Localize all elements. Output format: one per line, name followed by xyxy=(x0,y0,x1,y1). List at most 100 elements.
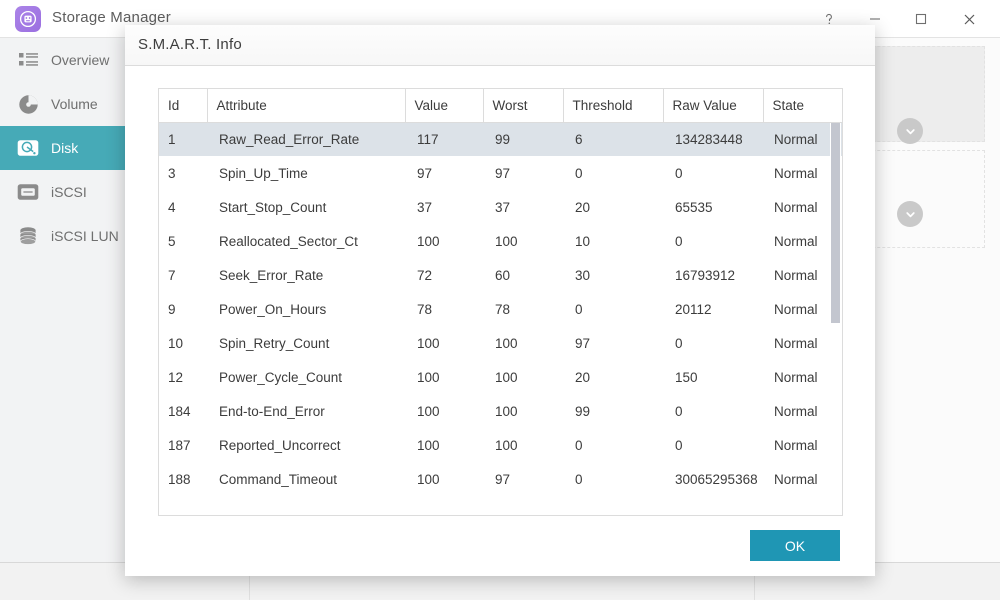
cell-id: 10 xyxy=(168,335,184,351)
column-header-value[interactable]: Value xyxy=(405,89,484,123)
table-row[interactable]: 4 Start_Stop_Count 37 37 20 65535 Normal xyxy=(159,190,842,224)
cell-value: 100 xyxy=(417,403,440,419)
cell-value: 37 xyxy=(417,199,433,215)
table-scrollbar[interactable] xyxy=(830,123,841,515)
column-header-threshold[interactable]: Threshold xyxy=(563,89,664,123)
cell-attribute: Spin_Retry_Count xyxy=(219,335,330,351)
sidebar-item-label: iSCSI xyxy=(51,184,87,200)
cell-id: 9 xyxy=(168,301,176,317)
chevron-down-icon[interactable] xyxy=(897,201,923,227)
cell-value: 72 xyxy=(417,267,433,283)
cell-raw: 30065295368 xyxy=(675,471,758,487)
cell-raw: 65535 xyxy=(675,199,713,215)
dialog-header: S.M.A.R.T. Info xyxy=(125,25,875,66)
table-row[interactable]: 188 Command_Timeout 100 97 0 30065295368 Norma… xyxy=(159,462,842,496)
cell-worst: 100 xyxy=(495,369,518,385)
sidebar-item-iscsi[interactable]: iSCSI xyxy=(0,170,127,214)
cell-threshold: 99 xyxy=(575,403,591,419)
table-row[interactable]: 3 Spin_Up_Time 97 97 0 0 Normal xyxy=(159,156,842,190)
table-header: Id Attribute Value Worst Threshold Raw V… xyxy=(159,89,842,123)
cell-value: 100 xyxy=(417,369,440,385)
cell-id: 5 xyxy=(168,233,176,249)
application-window: Storage Manager Overview Volume Disk iSC… xyxy=(0,0,1000,600)
cell-attribute: End-to-End_Error xyxy=(219,403,325,419)
sidebar-item-label: Disk xyxy=(51,140,79,156)
cell-attribute: Power_Cycle_Count xyxy=(219,369,343,385)
cell-attribute: Reallocated_Sector_Ct xyxy=(219,233,358,249)
sidebar-item-iscsi-lun[interactable]: iSCSI LUN xyxy=(0,214,127,258)
cell-threshold: 97 xyxy=(575,335,591,351)
cell-attribute: Start_Stop_Count xyxy=(219,199,327,215)
cell-raw: 20112 xyxy=(675,301,712,317)
table-row[interactable]: 9 Power_On_Hours 78 78 0 20112 Normal xyxy=(159,292,842,326)
chevron-down-icon[interactable] xyxy=(897,118,923,144)
cell-value: 100 xyxy=(417,471,440,487)
app-title: Storage Manager xyxy=(52,9,171,26)
column-header-worst[interactable]: Worst xyxy=(483,89,564,123)
table-row[interactable]: 12 Power_Cycle_Count 100 100 20 150 Normal xyxy=(159,360,842,394)
cell-worst: 97 xyxy=(495,471,511,487)
cell-threshold: 10 xyxy=(575,233,591,249)
table-row[interactable]: 10 Spin_Retry_Count 100 100 97 0 Normal xyxy=(159,326,842,360)
cell-threshold: 0 xyxy=(575,301,583,317)
cell-threshold: 0 xyxy=(575,165,583,181)
cell-value: 100 xyxy=(417,233,440,249)
sidebar-item-overview[interactable]: Overview xyxy=(0,38,127,82)
table-header-row: Id Attribute Value Worst Threshold Raw V… xyxy=(159,89,842,123)
sidebar-item-label: Volume xyxy=(51,96,98,112)
cell-attribute: Raw_Read_Error_Rate xyxy=(207,122,405,156)
cell-id: 1 xyxy=(159,122,207,156)
table-row[interactable]: 5 Reallocated_Sector_Ct 100 100 10 0 Normal xyxy=(159,224,842,258)
table-row[interactable]: 187 Reported_Uncorrect 100 100 0 0 Normal xyxy=(159,428,842,462)
cell-threshold: 30 xyxy=(575,267,591,283)
table-scrollbar-thumb[interactable] xyxy=(831,123,840,323)
sidebar-item-volume[interactable]: Volume xyxy=(0,82,127,126)
ok-button[interactable]: OK xyxy=(750,530,840,561)
cell-worst: 97 xyxy=(495,165,511,181)
cell-threshold: 6 xyxy=(563,122,663,156)
list-grid-icon xyxy=(16,48,40,72)
cell-value: 97 xyxy=(417,165,433,181)
cell-id: 188 xyxy=(168,471,191,487)
cell-value: 100 xyxy=(417,437,440,453)
cell-raw: 16793912 xyxy=(675,267,736,283)
cell-value: 100 xyxy=(417,335,440,351)
cell-attribute: Seek_Error_Rate xyxy=(219,267,324,283)
cell-value: 117 xyxy=(405,122,483,156)
cell-worst: 37 xyxy=(495,199,511,215)
cell-id: 3 xyxy=(168,165,176,181)
storage-manager-icon xyxy=(15,6,41,32)
cell-worst: 78 xyxy=(495,301,511,317)
cell-worst: 100 xyxy=(495,233,518,249)
column-header-id[interactable]: Id xyxy=(159,89,208,123)
cell-worst: 100 xyxy=(495,403,518,419)
table-row[interactable]: 184 End-to-End_Error 100 100 99 0 Normal xyxy=(159,394,842,428)
pie-disk-icon xyxy=(16,92,40,116)
maximize-button[interactable] xyxy=(898,0,944,38)
close-button[interactable] xyxy=(946,0,992,38)
sidebar-item-label: iSCSI LUN xyxy=(51,228,119,244)
cell-worst: 100 xyxy=(495,437,518,453)
table-row[interactable]: 7 Seek_Error_Rate 72 60 30 16793912 Normal xyxy=(159,258,842,292)
cell-id: 187 xyxy=(168,437,191,453)
cell-attribute: Spin_Up_Time xyxy=(219,165,308,181)
smart-table: Id Attribute Value Worst Threshold Raw V… xyxy=(159,89,842,496)
column-header-raw-value[interactable]: Raw Value xyxy=(663,89,764,123)
cell-value: 78 xyxy=(417,301,433,317)
cell-threshold: 0 xyxy=(575,471,583,487)
cell-attribute: Reported_Uncorrect xyxy=(219,437,341,453)
column-header-state[interactable]: State xyxy=(763,89,842,123)
cell-raw: 0 xyxy=(675,233,683,249)
cell-threshold: 0 xyxy=(575,437,583,453)
cell-raw: 0 xyxy=(675,403,683,419)
sidebar-item-disk[interactable]: Disk xyxy=(0,126,127,170)
cell-raw: 0 xyxy=(675,437,683,453)
sidebar: Overview Volume Disk iSCSI iSCSI LUN xyxy=(0,38,128,562)
column-header-attribute[interactable]: Attribute xyxy=(207,89,406,123)
cell-id: 184 xyxy=(168,403,191,419)
cell-raw: 0 xyxy=(675,165,683,181)
cell-worst: 100 xyxy=(495,335,518,351)
hard-disk-icon xyxy=(16,136,40,160)
table-row[interactable]: 1 Raw_Read_Error_Rate 117 99 6 134283448 Norma… xyxy=(159,122,842,156)
cell-id: 4 xyxy=(168,199,176,215)
